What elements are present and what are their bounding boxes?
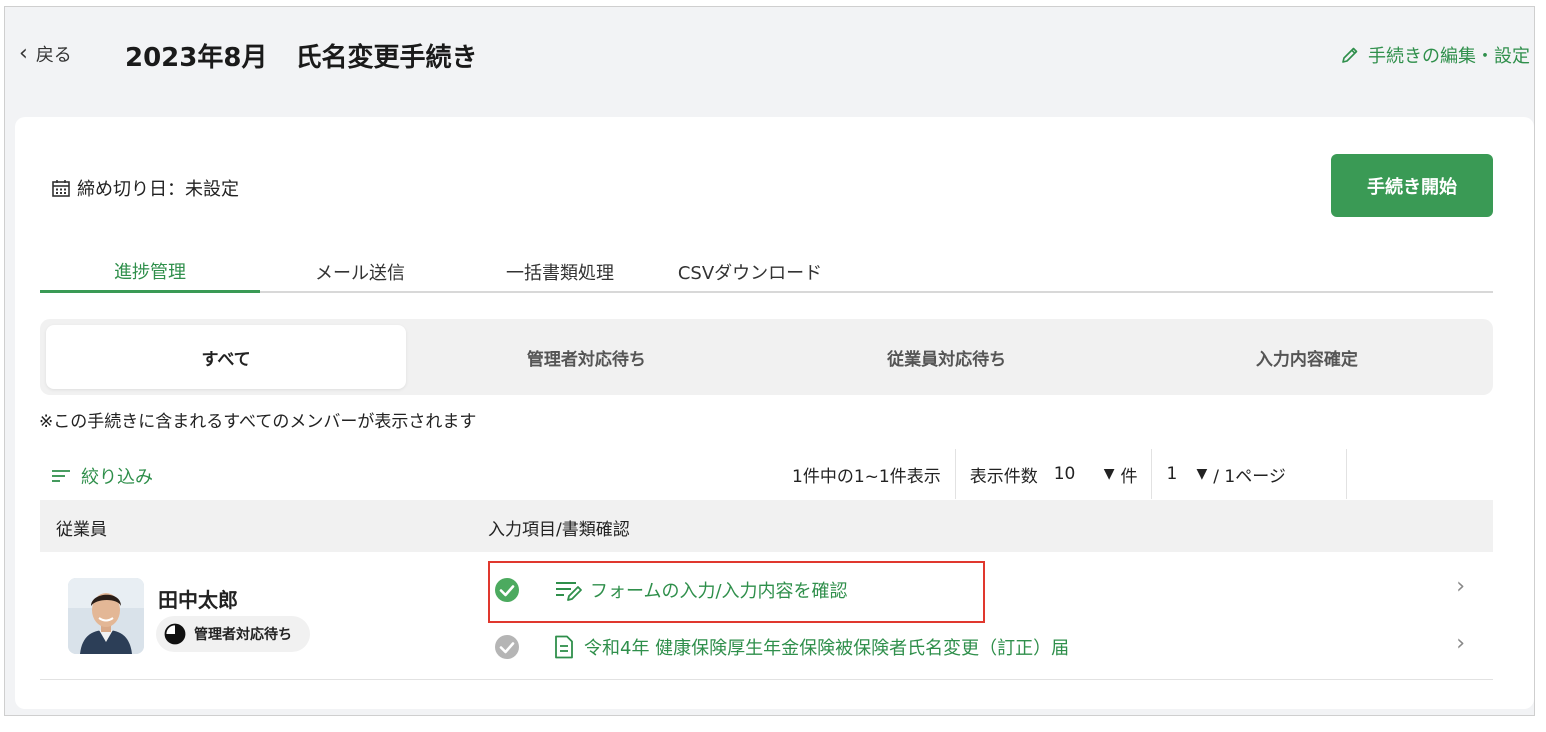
filter-label: 絞り込み: [81, 467, 153, 488]
chevron-right-icon[interactable]: ›: [1456, 631, 1465, 656]
result-summary: 1件中の1~1件表示: [778, 449, 956, 499]
pencil-icon: [1342, 47, 1358, 63]
check-circle-icon: [495, 578, 519, 602]
check-circle-icon: [495, 635, 519, 659]
app-frame: ‹ 戻る 2023年8月 氏名変更手続き 手続きの編集・設定 締め切り日：未設定…: [4, 6, 1535, 716]
pagination: 1件中の1~1件表示 表示件数 10 ▼ 件 1 ▼ / 1ページ: [778, 449, 1348, 499]
tab-bulk-documents[interactable]: 一括書類処理: [460, 251, 660, 293]
page-selector: 1 ▼ / 1ページ: [1152, 449, 1348, 499]
document-icon: [554, 635, 574, 659]
back-button[interactable]: ‹ 戻る: [19, 41, 72, 67]
employee-name: 田中太郎: [158, 588, 238, 612]
tab-bar: 進捗管理 メール送信 一括書類処理 CSVダウンロード: [40, 251, 1493, 293]
tab-mail[interactable]: メール送信: [260, 251, 460, 293]
list-item: 令和4年 健康保険厚生年金保険被保険者氏名変更（訂正）届: [494, 627, 1069, 667]
list-item: フォームの入力/入力内容を確認: [494, 570, 848, 610]
table-header: 従業員 入力項目/書類確認: [40, 500, 1493, 552]
header-bar: ‹ 戻る 2023年8月 氏名変更手続き 手続きの編集・設定: [5, 7, 1534, 111]
chevron-right-icon[interactable]: ›: [1456, 574, 1465, 599]
segment-all[interactable]: すべて: [46, 325, 407, 389]
dropdown-arrow-icon: ▼: [1196, 466, 1208, 482]
filter-icon: [52, 470, 70, 482]
dropdown-arrow-icon: ▼: [1103, 466, 1115, 482]
calendar-icon: [52, 180, 70, 197]
title-date: 2023年8月: [125, 43, 268, 73]
edit-settings-link[interactable]: 手続きの編集・設定: [1340, 42, 1530, 68]
document-link[interactable]: 令和4年 健康保険厚生年金保険被保険者氏名変更（訂正）届: [584, 634, 1069, 660]
page-title: 2023年8月 氏名変更手続き: [125, 37, 477, 74]
start-procedure-button[interactable]: 手続き開始: [1331, 154, 1493, 217]
progress-pie-icon: [164, 623, 186, 645]
tab-progress[interactable]: 進捗管理: [40, 251, 260, 293]
page-total: / 1ページ: [1213, 466, 1286, 487]
page-select[interactable]: 1 ▼: [1166, 464, 1213, 484]
page-value: 1: [1166, 464, 1178, 484]
tab-csv-download[interactable]: CSVダウンロード: [660, 251, 840, 293]
title-name: 氏名変更手続き: [295, 43, 478, 73]
segment-confirmed[interactable]: 入力内容確定: [1127, 325, 1487, 389]
filter-note: ※この手続きに含まれるすべてのメンバーが表示されます: [39, 412, 477, 432]
segment-admin-pending[interactable]: 管理者対応待ち: [406, 325, 766, 389]
deadline-label: 締め切り日：未設定: [77, 179, 239, 200]
form-input-link[interactable]: フォームの入力/入力内容を確認: [590, 577, 848, 603]
per-page-select[interactable]: 10 ▼: [1054, 464, 1121, 484]
avatar: [68, 578, 144, 654]
per-page-unit: 件: [1120, 466, 1138, 487]
status-filter-segments: すべて 管理者対応待ち 従業員対応待ち 入力内容確定: [40, 319, 1493, 395]
form-edit-icon: [554, 578, 584, 602]
column-items: 入力項目/書類確認: [488, 520, 630, 540]
filter-button[interactable]: 絞り込み: [51, 463, 153, 489]
segment-employee-pending[interactable]: 従業員対応待ち: [767, 325, 1127, 389]
deadline: 締め切り日：未設定: [51, 175, 239, 201]
chevron-left-icon: ‹: [19, 41, 28, 66]
main-card: 締め切り日：未設定 手続き開始 進捗管理 メール送信 一括書類処理 CSVダウン…: [15, 117, 1534, 709]
per-page-label: 表示件数: [969, 466, 1038, 487]
per-page-value: 10: [1053, 464, 1076, 484]
per-page: 表示件数 10 ▼ 件: [956, 449, 1153, 499]
status-label: 管理者対応待ち: [194, 627, 292, 643]
edit-settings-label: 手続きの編集・設定: [1368, 46, 1530, 67]
status-badge: 管理者対応待ち: [156, 616, 310, 652]
column-employee: 従業員: [56, 520, 107, 540]
table-row: 田中太郎 管理者対応待ち フォームの入力/入力内容を確認 › 令和4年 健康保険…: [40, 552, 1493, 680]
back-label: 戻る: [35, 45, 72, 66]
